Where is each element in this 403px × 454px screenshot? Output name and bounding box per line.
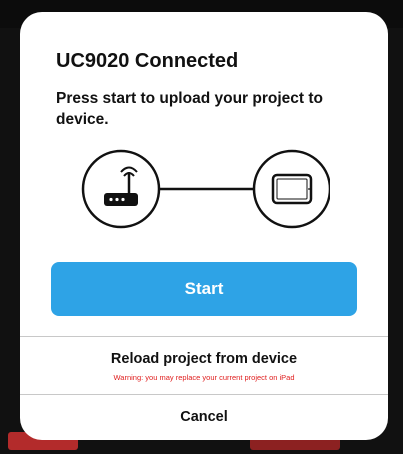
cancel-button[interactable]: Cancel xyxy=(20,395,388,440)
start-button[interactable]: Start xyxy=(51,262,357,316)
reload-warning-text: Warning: you may replace your current pr… xyxy=(113,373,295,382)
tablet-icon xyxy=(252,149,330,229)
dialog-message: Press start to upload your project to de… xyxy=(56,90,323,128)
reload-project-label: Reload project from device xyxy=(110,351,298,367)
dialog-title: UC9020 Connected xyxy=(56,50,239,72)
cancel-label: Cancel xyxy=(180,409,228,425)
connection-diagram xyxy=(81,149,330,229)
reload-project-button[interactable]: Reload project from device Warning: you … xyxy=(20,337,388,394)
router-icon xyxy=(81,149,161,229)
connection-dialog: UC9020 Connected Press start to upload y… xyxy=(20,12,388,440)
